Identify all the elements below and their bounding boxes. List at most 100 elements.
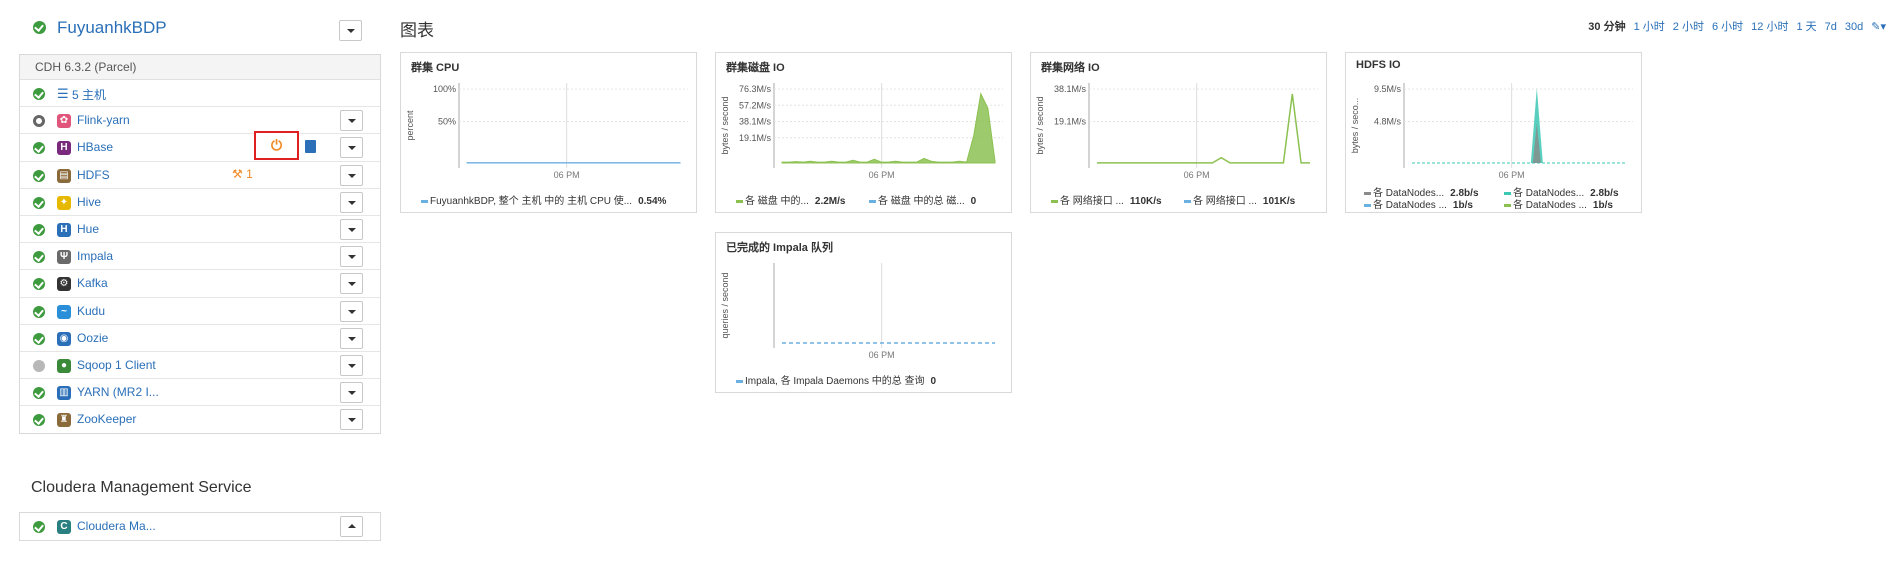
- service-link[interactable]: HDFS: [77, 168, 110, 182]
- management-list: C Cloudera Ma...: [19, 512, 381, 542]
- cluster-name-link[interactable]: FuyuanhkBDP: [57, 18, 167, 38]
- service-link[interactable]: Oozie: [77, 331, 108, 345]
- legend-entry[interactable]: 各 DataNodes ... 1b/s: [1364, 196, 1473, 211]
- y-tick-label: 76.3M/s: [739, 84, 772, 94]
- service-row-hue: H Hue: [20, 216, 380, 244]
- service-actions-dropdown[interactable]: [340, 218, 363, 240]
- power-button[interactable]: ⏻: [254, 131, 299, 161]
- sqoop-icon: ●: [57, 358, 71, 373]
- edit-time-range-icon[interactable]: ✎▾: [1871, 21, 1886, 33]
- legend-value: 0: [930, 376, 937, 387]
- service-row-hbase: H HBase ⏻: [20, 131, 380, 162]
- time-range-option[interactable]: 30 分钟: [1588, 21, 1625, 33]
- chart-plot: 06 PM queries / second: [720, 263, 995, 360]
- legend-entry[interactable]: FuyuanhkBDP, 整个 主机 中的 主机 CPU 使... 0.54%: [421, 192, 666, 207]
- stopped-health-icon: [33, 115, 45, 128]
- service-link[interactable]: Cloudera Ma...: [77, 519, 156, 533]
- chart-plot: 76.3M/s 57.2M/s 38.1M/s 19.1M/s 06 PM bytes /…: [720, 83, 1003, 180]
- good-health-icon: [33, 414, 45, 427]
- impala-icon: Ψ: [57, 250, 71, 265]
- service-link[interactable]: YARN (MR2 I...: [77, 385, 159, 399]
- service-row-flink: ✿ Flink-yarn: [20, 107, 380, 135]
- time-range-option[interactable]: 30d: [1845, 21, 1863, 33]
- legend-label: 各 DataNodes ...: [1373, 200, 1447, 211]
- cluster-actions-dropdown[interactable]: [339, 20, 362, 41]
- service-actions-dropdown[interactable]: [340, 516, 363, 537]
- service-row-zookeeper: ♜ ZooKeeper: [20, 406, 380, 433]
- legend-swatch: [421, 199, 428, 203]
- series-area: [781, 92, 996, 164]
- chart-card[interactable]: 76.3M/s 57.2M/s 38.1M/s 19.1M/s 06 PM bytes /…: [715, 52, 1012, 213]
- config-issues-badge[interactable]: ⚒ 1: [232, 167, 253, 181]
- hosts-row: ☰ 5 主机: [20, 80, 380, 108]
- service-link[interactable]: Impala: [77, 249, 113, 263]
- service-actions-dropdown[interactable]: [340, 409, 363, 431]
- chart-card[interactable]: 06 PM queries / second 已完成的 Impala 队列 Impal…: [715, 232, 1012, 393]
- legend-value: 2.2M/s: [814, 196, 846, 207]
- hosts-link[interactable]: 5 主机: [72, 86, 106, 103]
- service-link[interactable]: Kafka: [77, 276, 108, 290]
- hue-icon: H: [57, 222, 71, 237]
- service-actions-dropdown[interactable]: [340, 137, 363, 159]
- service-link[interactable]: Kudu: [77, 304, 105, 318]
- chart-title: 群集网络 IO: [1041, 62, 1100, 74]
- time-range-option[interactable]: 2 小时: [1673, 21, 1704, 33]
- good-health-icon: [33, 278, 45, 291]
- time-range-option[interactable]: 7d: [1825, 21, 1837, 33]
- service-actions-dropdown[interactable]: [340, 382, 363, 404]
- service-actions-dropdown[interactable]: [340, 273, 363, 295]
- legend-label: 各 网络接口 ...: [1060, 196, 1124, 207]
- service-actions-dropdown[interactable]: [340, 110, 363, 132]
- service-link[interactable]: HBase: [77, 140, 113, 154]
- service-row-hive: ✦ Hive: [20, 189, 380, 216]
- time-range-option[interactable]: 6 小时: [1712, 21, 1743, 33]
- zookeeper-icon: ♜: [57, 413, 71, 428]
- y-tick-label: 57.2M/s: [739, 100, 772, 110]
- hbase-icon: H: [57, 141, 71, 156]
- legend-entry[interactable]: 各 磁盘 中的总 磁... 0: [869, 192, 976, 207]
- series-line: [1097, 93, 1310, 164]
- legend-swatch: [1504, 191, 1511, 195]
- service-actions-dropdown[interactable]: [340, 354, 363, 376]
- service-link[interactable]: Sqoop 1 Client: [77, 358, 156, 372]
- service-actions-dropdown[interactable]: [340, 164, 363, 186]
- cluster-panel: FuyuanhkBDP CDH 6.3.2 (Parcel) ☰ 5 主机 ✿ F…: [19, 14, 381, 542]
- legend-swatch: [1051, 199, 1058, 203]
- time-range-option[interactable]: 1 天: [1796, 21, 1816, 33]
- chart-card[interactable]: 9.5M/s 4.8M/s 06 PM bytes / seco... HDFS IO 各…: [1345, 52, 1642, 213]
- y-tick-label: 38.1M/s: [739, 117, 772, 127]
- service-row-hdfs: ▤ HDFS ⚒ 1: [20, 162, 380, 189]
- x-tick-label: 06 PM: [869, 350, 895, 360]
- legend-entry[interactable]: Impala, 各 Impala Daemons 中的总 查询 0: [736, 372, 936, 387]
- document-icon[interactable]: [305, 140, 316, 154]
- chart-title: HDFS IO: [1356, 59, 1401, 71]
- chart-card[interactable]: 100% 50% 06 PM percent 群集 CPU FuyuanhkBDP, 整个…: [400, 52, 697, 213]
- legend-value: 0.54%: [638, 196, 667, 207]
- legend-entry[interactable]: 各 磁盘 中的... 2.2M/s: [736, 192, 845, 207]
- service-actions-dropdown[interactable]: [340, 300, 363, 322]
- legend-label: 各 磁盘 中的总 磁...: [878, 196, 965, 207]
- time-range-option[interactable]: 12 小时: [1751, 21, 1788, 33]
- legend-label: 各 网络接口 ...: [1193, 196, 1257, 207]
- legend-entry[interactable]: 各 网络接口 ... 101K/s: [1184, 192, 1295, 207]
- y-tick-label: 100%: [433, 84, 456, 94]
- service-row-oozie: ◉ Oozie: [20, 325, 380, 352]
- service-link[interactable]: ZooKeeper: [77, 412, 136, 426]
- y-axis-label: bytes / second: [1035, 96, 1045, 154]
- y-tick-label: 19.1M/s: [739, 133, 772, 143]
- time-range-option[interactable]: 1 小时: [1634, 21, 1665, 33]
- legend-entry[interactable]: 各 网络接口 ... 110K/s: [1051, 192, 1162, 207]
- y-tick-label: 9.5M/s: [1374, 84, 1402, 94]
- legend-value: 101K/s: [1262, 196, 1296, 207]
- y-tick-label: 19.1M/s: [1054, 117, 1087, 127]
- service-actions-dropdown[interactable]: [340, 191, 363, 213]
- service-actions-dropdown[interactable]: [340, 327, 363, 349]
- legend-entry[interactable]: 各 DataNodes ... 1b/s: [1504, 196, 1613, 211]
- legend-swatch: [736, 379, 743, 383]
- service-actions-dropdown[interactable]: [340, 246, 363, 268]
- chart-card[interactable]: 38.1M/s 19.1M/s 06 PM bytes / second 群集网络 IO…: [1030, 52, 1327, 213]
- service-link[interactable]: Hive: [77, 195, 101, 209]
- service-link[interactable]: Flink-yarn: [77, 113, 130, 127]
- x-tick-label: 06 PM: [554, 170, 580, 180]
- service-link[interactable]: Hue: [77, 222, 99, 236]
